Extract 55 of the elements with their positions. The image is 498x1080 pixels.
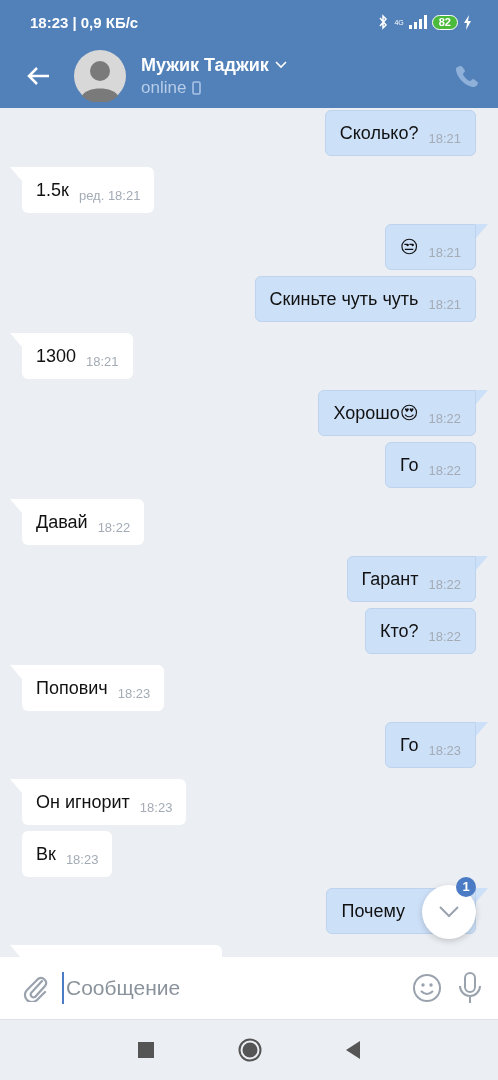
online-status: online	[141, 77, 187, 98]
square-icon	[138, 1042, 154, 1058]
battery-level: 82	[431, 14, 458, 30]
bluetooth-icon	[377, 14, 390, 30]
message-field[interactable]: Сообщение	[62, 972, 398, 1004]
message-text: 😒	[399, 236, 419, 258]
back-arrow-icon	[26, 66, 50, 86]
contact-name[interactable]: Мужик Таджик	[141, 54, 269, 76]
message-time: 18:22	[97, 519, 131, 535]
message-time: 18:21	[86, 353, 119, 369]
message-time: 18:22	[428, 628, 461, 644]
message-time: 18:23	[117, 685, 151, 701]
smiley-icon	[412, 973, 442, 1003]
avatar	[74, 50, 126, 102]
message-text: Скиньте чуть чуть	[269, 288, 419, 310]
unread-badge: 1	[456, 877, 476, 897]
message-time: 18:21	[428, 244, 461, 260]
triangle-icon	[346, 1041, 360, 1059]
message-text: Хорошо😍	[333, 402, 419, 424]
emoji-button[interactable]	[410, 971, 444, 1005]
message-text: Он игнорит	[36, 791, 130, 813]
message-composer[interactable]: Сообщение	[0, 957, 498, 1019]
message-text: Го	[399, 734, 419, 756]
chevron-down-icon	[439, 906, 459, 918]
message-text: Го	[399, 454, 419, 476]
message-text: Сколько?	[339, 122, 419, 144]
message-time: 18:23	[428, 742, 461, 758]
message-time: 18:21	[428, 296, 461, 312]
paperclip-icon	[22, 974, 48, 1002]
chevron-down-icon	[274, 61, 287, 69]
signal-icon	[408, 15, 427, 29]
home-button[interactable]	[236, 1036, 264, 1064]
message-time: 18:22	[428, 462, 461, 478]
voice-button[interactable]	[456, 970, 484, 1006]
message-text: Вк	[36, 843, 56, 865]
network-speed: | 0,9 КБ/с	[72, 13, 139, 31]
message-text: Кто?	[379, 620, 419, 642]
circle-icon	[238, 1038, 262, 1062]
recents-button[interactable]	[136, 1040, 156, 1060]
clock-time: 18:23	[30, 13, 69, 31]
message-text: Гарант	[361, 568, 419, 590]
message-time: 18:23	[65, 851, 99, 867]
message-text: Давай	[36, 511, 88, 533]
message-text: Почему	[341, 900, 405, 922]
message-time: 18:22	[428, 576, 461, 592]
message-time: 18:23	[139, 799, 173, 815]
message-text: 1300	[36, 345, 77, 367]
microphone-icon	[458, 972, 482, 1004]
phone-icon	[456, 65, 478, 87]
message-text: Попович	[36, 677, 108, 699]
message-time: 18:22	[428, 410, 461, 426]
message-time: ред. 18:21	[78, 187, 141, 203]
back-nav-button[interactable]	[344, 1039, 362, 1061]
message-time: 18:21	[428, 130, 461, 146]
message-text: 1.5к	[36, 179, 69, 201]
